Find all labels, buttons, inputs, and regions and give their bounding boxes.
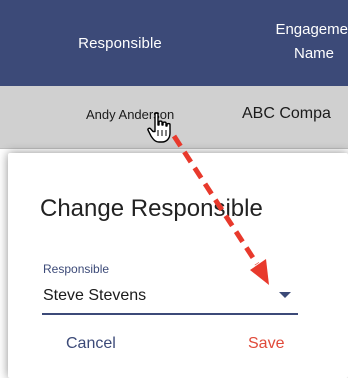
table-row[interactable]: Andy Anderson ABC Compa <box>0 86 348 149</box>
hand-pointer-icon <box>147 112 171 143</box>
save-button[interactable]: Save <box>242 331 290 357</box>
responsible-select-value[interactable]: Steve Stevens <box>43 287 146 305</box>
cancel-button[interactable]: Cancel <box>60 331 122 357</box>
column-header-engagement-line2: Name <box>293 45 334 62</box>
table-header: Responsible Engageme Name <box>0 0 348 86</box>
change-responsible-dialog: Change Responsible Responsible Steve Ste… <box>8 153 348 378</box>
caret-down-icon[interactable] <box>279 292 291 298</box>
responsible-select-underline <box>42 313 298 315</box>
cell-engagement-name[interactable]: ABC Compa <box>242 105 331 123</box>
column-header-engagement-name[interactable]: Engageme Name <box>235 18 348 66</box>
responsible-field-label: Responsible <box>43 262 110 276</box>
column-header-engagement-line1: Engageme <box>275 21 348 38</box>
column-header-responsible-label: Responsible <box>78 34 162 52</box>
dialog-title: Change Responsible <box>40 195 263 222</box>
column-header-responsible[interactable]: Responsible <box>10 0 230 86</box>
